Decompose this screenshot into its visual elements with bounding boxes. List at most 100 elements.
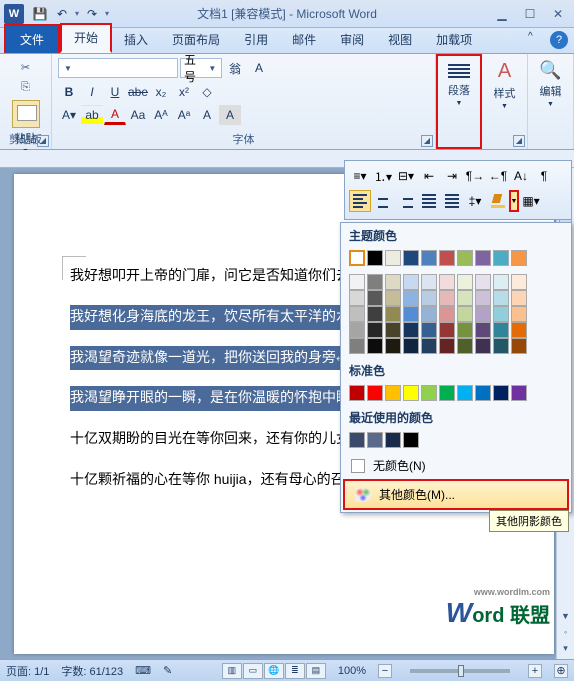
multilevel-list-button[interactable]: ⊟▾ xyxy=(395,165,417,187)
tab-page-layout[interactable]: 页面布局 xyxy=(160,27,232,53)
scroll-down-icon[interactable]: ▼ xyxy=(557,611,574,627)
color-swatch[interactable] xyxy=(349,274,365,290)
minimize-button[interactable]: ▁ xyxy=(490,5,514,23)
zoom-fit-button[interactable]: ⊕ xyxy=(554,664,568,678)
color-swatch[interactable] xyxy=(349,322,365,338)
color-swatch[interactable] xyxy=(457,306,473,322)
color-swatch[interactable] xyxy=(349,250,365,266)
color-swatch[interactable] xyxy=(475,274,491,290)
color-swatch[interactable] xyxy=(511,322,527,338)
superscript-button[interactable]: x² xyxy=(173,82,195,102)
tab-view[interactable]: 视图 xyxy=(376,27,424,53)
shading-dropdown-arrow[interactable]: ▼ xyxy=(509,190,519,212)
color-swatch[interactable] xyxy=(457,274,473,290)
no-color-item[interactable]: 无颜色(N) xyxy=(341,452,571,479)
color-swatch[interactable] xyxy=(439,274,455,290)
color-swatch[interactable] xyxy=(367,322,383,338)
color-swatch[interactable] xyxy=(385,385,401,401)
color-swatch[interactable] xyxy=(403,322,419,338)
color-swatch[interactable] xyxy=(385,432,401,448)
draft-view[interactable]: ▤ xyxy=(306,663,326,679)
tab-references[interactable]: 引用 xyxy=(232,27,280,53)
color-swatch[interactable] xyxy=(475,250,491,266)
tab-home[interactable]: 开始 xyxy=(60,23,112,53)
color-swatch[interactable] xyxy=(367,306,383,322)
color-swatch[interactable] xyxy=(421,250,437,266)
shading-button[interactable]: ▼ xyxy=(487,190,519,212)
color-swatch[interactable] xyxy=(421,290,437,306)
clipboard-dialog-launcher[interactable]: ◢ xyxy=(37,135,49,147)
color-swatch[interactable] xyxy=(511,306,527,322)
char-shading-button[interactable]: A xyxy=(219,105,241,125)
tab-addins[interactable]: 加载项 xyxy=(424,27,484,53)
copy-icon[interactable]: ⎘ xyxy=(17,78,35,96)
borders-button[interactable]: ▦▾ xyxy=(520,190,542,212)
color-swatch[interactable] xyxy=(421,274,437,290)
rtl-button[interactable]: ←¶ xyxy=(487,165,509,187)
styles-button[interactable]: A 样式 ▼ xyxy=(490,58,520,112)
outline-view[interactable]: ≣ xyxy=(285,663,305,679)
color-swatch[interactable] xyxy=(475,385,491,401)
distribute-button[interactable] xyxy=(441,190,463,212)
shrink-font-button[interactable]: Aᵃ xyxy=(173,105,195,125)
zoom-slider[interactable] xyxy=(410,669,510,673)
app-icon[interactable]: W xyxy=(4,4,24,24)
zoom-slider-handle[interactable] xyxy=(458,665,464,677)
phonetic-guide-button[interactable]: 翁 xyxy=(224,58,246,78)
grow-font-button[interactable]: Aᴬ xyxy=(150,105,172,125)
zoom-out-button[interactable]: − xyxy=(378,664,392,678)
ltr-button[interactable]: ¶→ xyxy=(464,165,486,187)
numbering-button[interactable]: ⒈▾ xyxy=(372,165,394,187)
align-left-button[interactable] xyxy=(349,190,371,212)
sort-button[interactable]: A↓ xyxy=(510,165,532,187)
color-swatch[interactable] xyxy=(457,338,473,354)
zoom-in-button[interactable]: + xyxy=(528,664,542,678)
color-swatch[interactable] xyxy=(439,385,455,401)
color-swatch[interactable] xyxy=(349,290,365,306)
color-swatch[interactable] xyxy=(349,306,365,322)
prev-page-icon[interactable]: ◦ xyxy=(557,627,574,643)
color-swatch[interactable] xyxy=(403,306,419,322)
fullscreen-reading-view[interactable]: ▭ xyxy=(243,663,263,679)
decrease-indent-button[interactable]: ⇤ xyxy=(418,165,440,187)
color-swatch[interactable] xyxy=(367,250,383,266)
justify-button[interactable] xyxy=(418,190,440,212)
color-swatch[interactable] xyxy=(385,250,401,266)
color-swatch[interactable] xyxy=(421,338,437,354)
paste-button[interactable]: 粘贴 ▼ xyxy=(8,98,44,157)
color-swatch[interactable] xyxy=(439,290,455,306)
color-swatch[interactable] xyxy=(475,322,491,338)
next-page-icon[interactable]: ▾ xyxy=(557,643,574,659)
color-swatch[interactable] xyxy=(439,306,455,322)
bullets-button[interactable]: ≡▾ xyxy=(349,165,371,187)
enclose-char-button[interactable]: A xyxy=(248,58,270,78)
color-swatch[interactable] xyxy=(457,385,473,401)
web-layout-view[interactable]: 🌐 xyxy=(264,663,284,679)
color-swatch[interactable] xyxy=(385,274,401,290)
paragraph-button[interactable]: 段落 ▼ xyxy=(444,60,474,109)
align-center-button[interactable] xyxy=(372,190,394,212)
tab-insert[interactable]: 插入 xyxy=(112,27,160,53)
color-swatch[interactable] xyxy=(367,274,383,290)
font-size-combo[interactable]: 五号 ▼ xyxy=(180,58,222,78)
show-marks-button[interactable]: ¶ xyxy=(533,165,555,187)
color-swatch[interactable] xyxy=(385,306,401,322)
color-swatch[interactable] xyxy=(475,306,491,322)
color-swatch[interactable] xyxy=(367,385,383,401)
minimize-ribbon-icon[interactable]: ^ xyxy=(528,31,544,49)
color-swatch[interactable] xyxy=(403,385,419,401)
insert-mode-icon[interactable]: ✎ xyxy=(163,664,172,677)
color-swatch[interactable] xyxy=(475,290,491,306)
tab-review[interactable]: 审阅 xyxy=(328,27,376,53)
color-swatch[interactable] xyxy=(511,274,527,290)
cut-icon[interactable]: ✂ xyxy=(17,58,35,76)
color-swatch[interactable] xyxy=(493,290,509,306)
color-swatch[interactable] xyxy=(385,322,401,338)
clear-formatting-button[interactable]: ◇ xyxy=(196,82,218,102)
color-swatch[interactable] xyxy=(493,306,509,322)
highlight-button[interactable]: ab xyxy=(81,105,103,125)
close-button[interactable]: ✕ xyxy=(546,5,570,23)
word-count[interactable]: 字数: 61/123 xyxy=(61,663,123,679)
styles-dialog-launcher[interactable]: ◢ xyxy=(513,135,525,147)
color-swatch[interactable] xyxy=(349,338,365,354)
